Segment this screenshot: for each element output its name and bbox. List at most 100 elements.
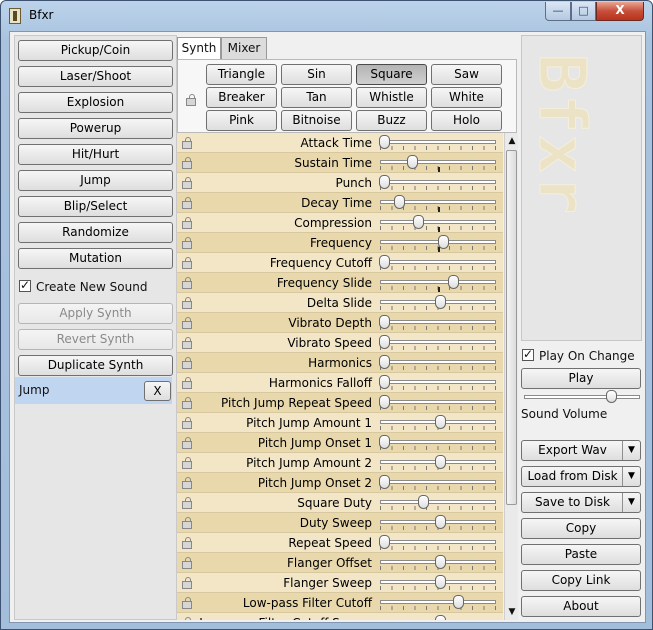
param-slider-thumb[interactable] — [407, 155, 418, 169]
param-slider-thumb[interactable] — [452, 595, 464, 609]
param-lock-icon[interactable] — [182, 577, 192, 589]
paste-button[interactable]: Paste — [521, 544, 641, 565]
tab-mixer[interactable]: Mixer — [221, 37, 267, 59]
param-slider-thumb[interactable] — [438, 235, 450, 249]
param-lock-icon[interactable] — [182, 397, 192, 409]
scroll-up-icon[interactable]: ▲ — [505, 133, 519, 149]
param-slider-thumb[interactable] — [418, 495, 430, 509]
param-slider-thumb[interactable] — [379, 435, 390, 449]
delete-sound-button[interactable]: X — [144, 381, 171, 401]
param-slider-thumb[interactable] — [435, 575, 446, 589]
waveform-saw-button[interactable]: Saw — [431, 64, 502, 85]
generator-blip-select-button[interactable]: Blip/Select — [18, 196, 173, 217]
param-slider-thumb[interactable] — [435, 515, 446, 529]
duplicate-synth-button[interactable]: Duplicate Synth — [18, 355, 173, 376]
revert-synth-button[interactable]: Revert Synth — [18, 329, 173, 350]
param-slider-track[interactable] — [380, 360, 496, 364]
param-lock-icon[interactable] — [182, 597, 192, 609]
close-button[interactable]: X — [596, 2, 644, 21]
param-slider-thumb[interactable] — [379, 255, 390, 269]
waveform-breaker-button[interactable]: Breaker — [206, 87, 277, 108]
waveform-sin-button[interactable]: Sin — [281, 64, 352, 85]
param-lock-icon[interactable] — [182, 537, 192, 549]
param-slider-thumb[interactable] — [435, 295, 446, 309]
chevron-down-icon[interactable]: ▼ — [622, 493, 640, 512]
param-lock-icon[interactable] — [182, 197, 192, 209]
sound-volume-track[interactable] — [524, 395, 640, 399]
param-lock-icon[interactable] — [182, 437, 192, 449]
waveform-white-button[interactable]: White — [431, 87, 502, 108]
title-bar[interactable]: Bfxr — □ X — [1, 1, 652, 31]
param-lock-icon[interactable] — [182, 377, 192, 389]
chevron-down-icon[interactable]: ▼ — [622, 441, 640, 460]
waveform-buzz-button[interactable]: Buzz — [356, 110, 427, 131]
param-lock-icon[interactable] — [182, 277, 192, 289]
param-slider-thumb[interactable] — [379, 315, 390, 329]
param-slider-track[interactable] — [380, 400, 496, 404]
param-slider-track[interactable] — [380, 540, 496, 544]
param-slider-track[interactable] — [380, 440, 496, 444]
saved-sound-item[interactable]: Jump X — [15, 377, 172, 404]
param-slider-thumb[interactable] — [435, 555, 446, 569]
param-lock-icon[interactable] — [182, 157, 192, 169]
waveform-bitnoise-button[interactable]: Bitnoise — [281, 110, 352, 131]
param-slider-track[interactable] — [380, 260, 496, 264]
param-slider-thumb[interactable] — [379, 475, 390, 489]
param-slider-thumb[interactable] — [379, 375, 390, 389]
param-slider-track[interactable] — [380, 320, 496, 324]
param-slider-track[interactable] — [380, 160, 496, 164]
generator-hit-hurt-button[interactable]: Hit/Hurt — [18, 144, 173, 165]
waveform-whistle-button[interactable]: Whistle — [356, 87, 427, 108]
mutation-button[interactable]: Mutation — [18, 248, 173, 269]
tab-synth[interactable]: Synth — [177, 37, 221, 60]
parameter-scrollbar[interactable]: ▲ ▼ — [504, 133, 518, 620]
generator-pickup-coin-button[interactable]: Pickup/Coin — [18, 40, 173, 61]
create-new-sound-checkbox[interactable] — [19, 278, 31, 292]
param-slider-thumb[interactable] — [379, 175, 390, 189]
param-lock-icon[interactable] — [182, 417, 192, 429]
param-lock-icon[interactable] — [182, 217, 192, 229]
export-wav-button[interactable]: Export Wav ▼ — [521, 440, 641, 461]
param-slider-track[interactable] — [380, 220, 496, 224]
param-slider-track[interactable] — [380, 180, 496, 184]
param-slider-track[interactable] — [380, 380, 496, 384]
maximize-button[interactable]: □ — [571, 2, 596, 21]
param-slider-thumb[interactable] — [435, 615, 446, 620]
param-slider-track[interactable] — [380, 280, 496, 284]
param-lock-icon[interactable] — [182, 237, 192, 249]
waveform-lock-icon[interactable] — [186, 94, 196, 106]
param-lock-icon[interactable] — [182, 557, 192, 569]
param-lock-icon[interactable] — [182, 457, 192, 469]
param-lock-icon[interactable] — [182, 257, 192, 269]
generator-jump-button[interactable]: Jump — [18, 170, 173, 191]
about-button[interactable]: About — [521, 596, 641, 617]
apply-synth-button[interactable]: Apply Synth — [18, 303, 173, 324]
param-slider-thumb[interactable] — [379, 335, 390, 349]
param-slider-thumb[interactable] — [379, 355, 390, 369]
copy-button[interactable]: Copy — [521, 518, 641, 539]
param-lock-icon[interactable] — [182, 477, 192, 489]
param-slider-thumb[interactable] — [379, 135, 390, 149]
param-lock-icon[interactable] — [182, 177, 192, 189]
play-button[interactable]: Play — [521, 368, 641, 389]
param-lock-icon[interactable] — [182, 337, 192, 349]
play-on-change-checkbox[interactable] — [522, 347, 534, 361]
param-slider-track[interactable] — [380, 340, 496, 344]
load-from-disk-button[interactable]: Load from Disk ▼ — [521, 466, 641, 487]
chevron-down-icon[interactable]: ▼ — [622, 467, 640, 486]
minimize-button[interactable]: — — [545, 2, 571, 21]
waveform-holo-button[interactable]: Holo — [431, 110, 502, 131]
waveform-square-button[interactable]: Square — [356, 64, 427, 85]
param-slider-thumb[interactable] — [379, 535, 390, 549]
param-slider-thumb[interactable] — [435, 415, 446, 429]
param-lock-icon[interactable] — [182, 297, 192, 309]
waveform-pink-button[interactable]: Pink — [206, 110, 277, 131]
param-lock-icon[interactable] — [182, 317, 192, 329]
param-slider-thumb[interactable] — [435, 455, 446, 469]
param-slider-thumb[interactable] — [379, 395, 390, 409]
param-slider-track[interactable] — [380, 140, 496, 144]
waveform-triangle-button[interactable]: Triangle — [206, 64, 277, 85]
sound-volume-thumb[interactable] — [605, 390, 617, 403]
waveform-tan-button[interactable]: Tan — [281, 87, 352, 108]
param-slider-thumb[interactable] — [393, 195, 405, 209]
